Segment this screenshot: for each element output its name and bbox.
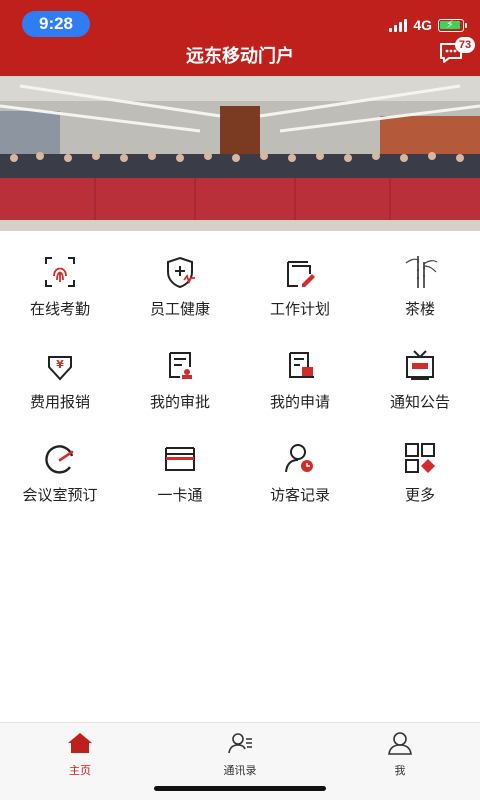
tab-label: 主页 <box>69 765 91 777</box>
menu-item-visitor-record[interactable]: 访客记录 <box>240 434 360 514</box>
network-type: 4G <box>413 17 432 33</box>
menu-item-reimbursement[interactable]: ¥ 费用报销 <box>0 341 120 421</box>
menu-item-attendance[interactable]: 在线考勤 <box>0 248 120 328</box>
menu-item-health[interactable]: 员工健康 <box>120 248 240 328</box>
tab-contacts[interactable]: 通讯录 <box>180 729 300 777</box>
menu-item-label: 我的申请 <box>269 394 330 411</box>
menu-item-label: 访客记录 <box>269 487 330 504</box>
menu-item-label: 员工健康 <box>149 301 210 318</box>
bamboo-painting-icon <box>405 256 438 288</box>
tab-label: 我 <box>394 765 406 777</box>
menu-item-label: 工作计划 <box>269 301 330 318</box>
more-grid-icon <box>405 443 435 473</box>
page-title: 远东移动门户 <box>186 46 294 66</box>
menu-item-more[interactable]: 更多 <box>360 434 480 514</box>
conference-photo <box>0 76 480 231</box>
menu-item-card[interactable]: 一卡通 <box>120 434 240 514</box>
menu-item-my-application[interactable]: 我的申请 <box>240 341 360 421</box>
card-icon <box>165 447 195 471</box>
menu-item-meeting-room[interactable]: 会议室预订 <box>0 434 120 514</box>
menu-item-work-plan[interactable]: 工作计划 <box>240 248 360 328</box>
menu-item-label: 茶楼 <box>404 301 435 318</box>
menu-item-label: 会议室预订 <box>22 487 98 504</box>
health-shield-icon <box>167 256 195 289</box>
fingerprint-icon <box>45 257 75 287</box>
home-indicator[interactable] <box>154 786 326 791</box>
tv-notice-icon <box>406 350 434 380</box>
tab-me[interactable]: 我 <box>340 729 460 777</box>
approval-doc-icon <box>169 352 192 379</box>
home-icon <box>68 733 92 753</box>
menu-item-label: 费用报销 <box>29 394 90 411</box>
svg-text:¥: ¥ <box>56 358 64 371</box>
app-header: 9:28 4G ⚡ 远东移动门户 73 <box>0 0 480 76</box>
status-indicators: 4G ⚡ <box>389 16 467 34</box>
contacts-icon <box>228 733 252 754</box>
battery-icon: ⚡ <box>438 18 467 32</box>
yen-reimburse-icon: ¥ <box>48 356 72 381</box>
meeting-gauge-icon <box>45 445 74 474</box>
menu-item-my-approval[interactable]: 我的审批 <box>120 341 240 421</box>
menu-item-teahouse[interactable]: 茶楼 <box>360 248 480 328</box>
status-time: 9:28 <box>22 11 90 37</box>
application-doc-icon <box>289 352 314 378</box>
menu-item-label: 我的审批 <box>149 394 210 411</box>
menu-item-label: 更多 <box>404 487 435 504</box>
banner-photo[interactable] <box>0 76 480 231</box>
signal-icon <box>389 18 408 32</box>
tab-home[interactable]: 主页 <box>20 729 140 777</box>
menu-item-label: 在线考勤 <box>29 301 90 318</box>
visitor-record-icon <box>285 444 313 473</box>
menu-item-label: 通知公告 <box>389 394 450 411</box>
plan-edit-icon <box>287 261 315 287</box>
menu-item-notice[interactable]: 通知公告 <box>360 341 480 421</box>
menu-item-label: 一卡通 <box>157 487 203 504</box>
message-badge: 73 <box>455 37 475 53</box>
tab-label: 通讯录 <box>223 765 257 777</box>
user-icon <box>388 732 412 755</box>
